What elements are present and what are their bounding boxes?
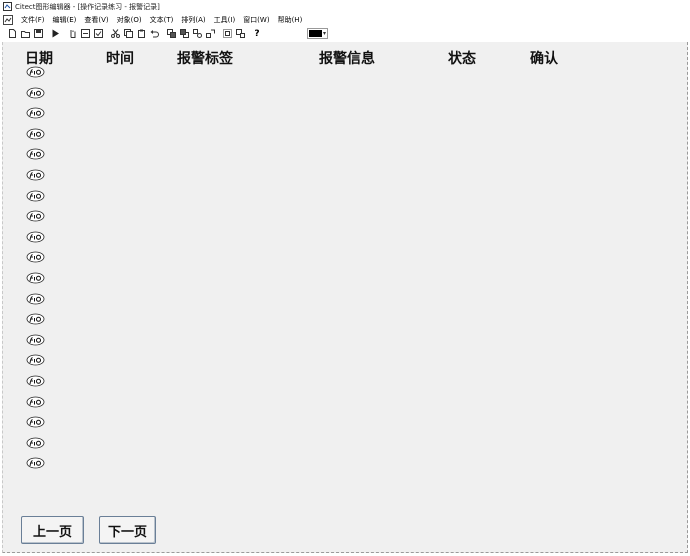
genie-object-icon[interactable]: [26, 354, 45, 366]
header-status: 状态: [448, 51, 476, 67]
genie-object-icon[interactable]: [26, 416, 45, 428]
window-title: Citect图形编辑器 - [操作记录练习 - 报警记录]: [15, 2, 160, 11]
hand-icon[interactable]: [67, 29, 77, 39]
ungroup-icon[interactable]: [205, 29, 215, 39]
genie-object-icon[interactable]: [26, 107, 45, 119]
align-icon[interactable]: [222, 29, 232, 39]
paste-icon[interactable]: [136, 29, 146, 39]
header-alarm-info: 报警信息: [319, 51, 375, 67]
color-swatch: [309, 30, 322, 37]
genie-object-icon[interactable]: [26, 396, 45, 408]
genie-object-icon[interactable]: [26, 457, 45, 469]
genie-object-icon[interactable]: [26, 272, 45, 284]
save-icon[interactable]: [33, 29, 43, 39]
undo-icon[interactable]: [149, 29, 159, 39]
genie-object-icon[interactable]: [26, 66, 45, 78]
menu-text[interactable]: 文本(T): [150, 15, 174, 25]
menu-object[interactable]: 对象(O): [117, 15, 142, 25]
new-icon[interactable]: [7, 29, 17, 39]
menu-arrange[interactable]: 排列(A): [181, 15, 205, 25]
header-ack: 确认: [530, 51, 558, 67]
menu-view[interactable]: 查看(V): [84, 15, 108, 25]
menu-help[interactable]: 帮助(H): [278, 15, 303, 25]
chevron-down-icon: ▾: [323, 30, 327, 37]
title-bar: Citect图形编辑器 - [操作记录练习 - 报警记录]: [0, 0, 690, 13]
checkbox-icon[interactable]: [93, 29, 103, 39]
help-icon[interactable]: ?: [252, 29, 262, 39]
cut-icon[interactable]: [110, 29, 120, 39]
send-back-icon[interactable]: [179, 29, 189, 39]
genie-object-icon[interactable]: [26, 148, 45, 160]
genie-object-icon[interactable]: [26, 334, 45, 346]
open-icon[interactable]: [20, 29, 30, 39]
header-alarm-tag: 报警标签: [177, 51, 233, 67]
citect-app-icon: [3, 2, 12, 11]
genie-object-icon[interactable]: [26, 128, 45, 140]
save-as-icon[interactable]: [80, 29, 90, 39]
document-icon[interactable]: [3, 14, 13, 25]
menu-file[interactable]: 文件(F): [21, 15, 45, 25]
genie-object-icon[interactable]: [26, 313, 45, 325]
bring-front-icon[interactable]: [166, 29, 176, 39]
genie-object-icon[interactable]: [26, 251, 45, 263]
resize-icon[interactable]: [235, 29, 245, 39]
graphics-canvas[interactable]: 日期 时间 报警标签 报警信息 状态 确认 上一页 下一页: [2, 42, 688, 553]
header-date: 日期: [25, 51, 53, 67]
next-page-button[interactable]: 下一页: [99, 516, 156, 544]
menu-window[interactable]: 窗口(W): [243, 15, 269, 25]
header-time: 时间: [106, 51, 134, 67]
color-picker[interactable]: ▾: [307, 28, 328, 39]
menu-bar: 文件(F) 编辑(E) 查看(V) 对象(O) 文本(T) 排列(A) 工具(I…: [0, 13, 690, 26]
genie-object-icon[interactable]: [26, 231, 45, 243]
prev-page-button[interactable]: 上一页: [21, 516, 84, 544]
genie-object-icon[interactable]: [26, 293, 45, 305]
menu-edit[interactable]: 编辑(E): [53, 15, 77, 25]
genie-object-icon[interactable]: [26, 190, 45, 202]
genie-object-icon[interactable]: [26, 87, 45, 99]
genie-object-icon[interactable]: [26, 210, 45, 222]
play-icon[interactable]: [50, 29, 60, 39]
copy-icon[interactable]: [123, 29, 133, 39]
menu-tools[interactable]: 工具(I): [214, 15, 236, 25]
genie-object-icon[interactable]: [26, 169, 45, 181]
genie-object-icon[interactable]: [26, 437, 45, 449]
genie-object-icon[interactable]: [26, 375, 45, 387]
group-icon[interactable]: [192, 29, 202, 39]
toolbar: ?: [0, 26, 690, 41]
